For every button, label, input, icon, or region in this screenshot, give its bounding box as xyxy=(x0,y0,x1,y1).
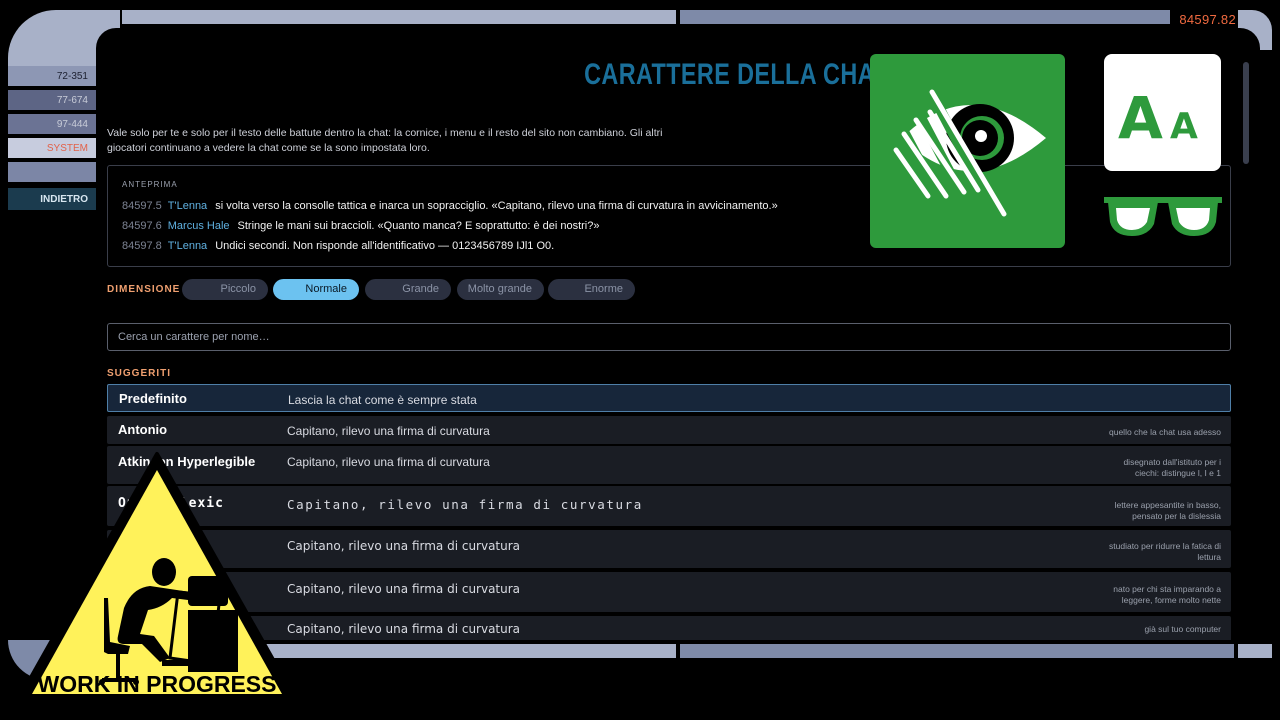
size-label: DIMENSIONE xyxy=(107,284,181,295)
line-speaker: T'Lenna xyxy=(167,200,208,212)
size-button-very-large[interactable]: Molto grande xyxy=(457,279,544,300)
page-title: CARATTERE DELLA CHAT xyxy=(584,58,888,91)
font-sample: Capitano, rilevo una firma di curvatura xyxy=(287,497,643,512)
back-button[interactable]: INDIETRO xyxy=(8,188,96,210)
rail-button-72-351[interactable]: 72-351 xyxy=(8,66,96,86)
rail-button-system[interactable]: SYSTEM xyxy=(8,138,96,158)
line-stardate: 84597.6 xyxy=(122,220,162,232)
preview-label: ANTEPRIMA xyxy=(122,180,178,189)
aa-large-letter: A xyxy=(1118,84,1163,152)
font-sample: Capitano, rilevo una firma di curvatura xyxy=(287,539,521,553)
frame-bottom-bar xyxy=(1238,644,1272,658)
stardate-readout: 84597.82 xyxy=(1179,12,1236,27)
font-name: Antonio xyxy=(118,422,168,437)
eye-slash-icon xyxy=(870,54,1065,248)
size-button-small[interactable]: Piccolo xyxy=(182,279,268,300)
line-message: Undici secondi. Non risponde all'identif… xyxy=(215,240,555,252)
line-stardate: 84597.5 xyxy=(122,200,162,212)
preview-line: 84597.5 T'Lenna si volta verso la consolle… xyxy=(122,200,778,212)
rail-button-77-674[interactable]: 77-674 xyxy=(8,90,96,110)
font-note: già sul tuo computer xyxy=(1144,624,1221,634)
font-sample: Capitano, rilevo una firma di curvatura xyxy=(287,424,490,438)
frame-top-bar xyxy=(122,10,676,24)
left-rail: 72-351 77-674 97-444 SYSTEM INDIETRO xyxy=(8,66,96,210)
font-sample: Capitano, rilevo una firma di curvatura xyxy=(287,455,490,469)
work-in-progress-sign: WORK IN PROGRESS xyxy=(12,448,302,710)
font-search-input[interactable] xyxy=(107,323,1231,351)
line-message: si volta verso la consolle tattica e ina… xyxy=(215,200,778,212)
size-button-large[interactable]: Grande xyxy=(365,279,451,300)
font-note: nato per chi sta imparando a leggere, fo… xyxy=(1113,584,1221,605)
rail-button-97-444[interactable]: 97-444 xyxy=(8,114,96,134)
font-name: Predefinito xyxy=(119,391,187,406)
font-note: lettere appesantite in basso, pensato pe… xyxy=(1114,500,1221,521)
frame-bottom-bar xyxy=(680,644,1234,658)
preview-line: 84597.8 T'Lenna Undici secondi. Non rispon… xyxy=(122,240,554,252)
text-size-icon: A A xyxy=(1104,54,1221,171)
size-button-huge[interactable]: Enorme xyxy=(548,279,635,300)
suggestions-label: SUGGERITI xyxy=(107,368,172,379)
size-button-normal[interactable]: Normale xyxy=(273,279,359,300)
font-note: disegnato dall'istituto per i ciechi: di… xyxy=(1123,457,1221,478)
wip-label: WORK IN PROGRESS xyxy=(38,671,277,697)
line-speaker: Marcus Hale xyxy=(167,220,230,232)
font-note: studiato per ridurre la fatica di lettur… xyxy=(1109,541,1221,562)
font-sample: Capitano, rilevo una firma di curvatura xyxy=(287,622,521,636)
line-message: Stringe le mani sui braccioli. «Quanto m… xyxy=(237,220,600,232)
aa-small-letter: A xyxy=(1170,106,1198,147)
font-option-default[interactable]: Predefinito Lascia la chat come è sempre… xyxy=(107,384,1231,412)
font-sample: Capitano, rilevo una firma di curvatura xyxy=(287,582,521,596)
rail-spacer xyxy=(8,162,96,182)
page-description: Vale solo per te e solo per il testo del… xyxy=(107,127,663,154)
font-sample: Lascia la chat come è sempre stata xyxy=(288,393,477,407)
glasses-icon xyxy=(1102,194,1224,240)
font-note: quello che la chat usa adesso xyxy=(1109,427,1221,437)
line-stardate: 84597.8 xyxy=(122,240,162,252)
scrollbar[interactable] xyxy=(1243,62,1249,164)
font-option[interactable]: Antonio Capitano, rilevo una firma di cu… xyxy=(107,416,1231,444)
preview-line: 84597.6 Marcus Hale Stringe le mani sui br… xyxy=(122,220,600,232)
frame-top-bar xyxy=(680,10,1170,24)
line-speaker: T'Lenna xyxy=(167,240,208,252)
